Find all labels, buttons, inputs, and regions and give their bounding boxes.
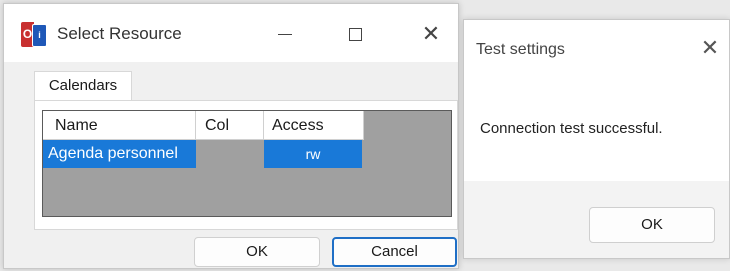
close-icon: ✕ — [421, 21, 441, 46]
test-settings-dialog: Test settings ✕ Connection test successf… — [463, 19, 730, 259]
dialog-ok-button[interactable]: OK — [589, 207, 715, 243]
column-header-access[interactable]: Access — [264, 111, 364, 140]
dialog-content: Test settings ✕ Connection test successf… — [464, 20, 729, 181]
resource-grid[interactable]: Name Col Access Agenda personnel rw — [42, 110, 452, 217]
minimize-icon — [278, 33, 292, 35]
column-header-name[interactable]: Name — [43, 111, 196, 140]
cancel-button[interactable]: Cancel — [332, 237, 457, 267]
column-header-col[interactable]: Col — [196, 111, 264, 140]
minimize-button[interactable] — [262, 14, 308, 54]
cell-name[interactable]: Agenda personnel — [43, 140, 196, 168]
maximize-icon — [348, 27, 362, 41]
dialog-message: Connection test successful. — [480, 120, 663, 137]
cell-access[interactable]: rw — [264, 140, 362, 168]
ok-button[interactable]: OK — [194, 237, 320, 267]
dialog-title: Test settings — [476, 41, 565, 58]
cell-col[interactable] — [196, 140, 264, 168]
select-resource-window: O i Select Resource ✕ Calendars Name Col… — [3, 3, 459, 269]
app-icon-right: i — [32, 24, 47, 47]
title-bar[interactable]: O i Select Resource ✕ — [4, 4, 458, 62]
dialog-close-button[interactable]: ✕ — [695, 32, 725, 64]
close-button[interactable]: ✕ — [408, 14, 454, 54]
close-icon: ✕ — [700, 35, 720, 60]
app-icon: O i — [21, 22, 47, 47]
maximize-button[interactable] — [332, 14, 378, 54]
tab-calendars[interactable]: Calendars — [34, 71, 132, 101]
window-title: Select Resource — [57, 24, 182, 43]
